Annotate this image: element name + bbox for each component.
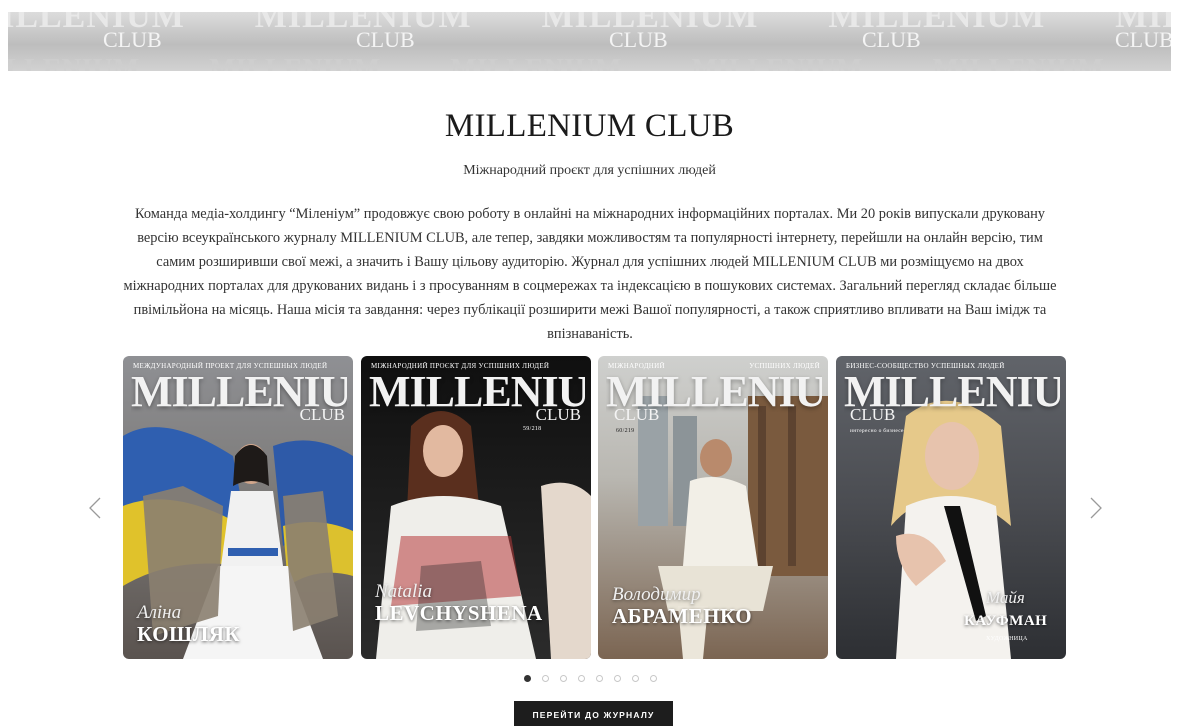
carousel-dot-8[interactable] — [650, 675, 657, 682]
cover-first-name: Natalia — [375, 581, 433, 602]
magazine-cover-3[interactable]: МІЖНАРОДНИЙ УСПІШНИХ ЛЮДЕЙ MILLENIUM CLU… — [598, 356, 828, 659]
cover-topline: МІЖНАРОДНИЙ ПРОЄКТ ДЛЯ УСПІШНИХ ЛЮДЕЙ — [371, 362, 550, 370]
cover-club: CLUB — [614, 405, 660, 424]
carousel-dot-2[interactable] — [542, 675, 549, 682]
magazine-cover-4[interactable]: БИЗНЕС-СООБЩЕСТВО УСПЕШНЫХ ЛЮДЕЙ MILLENI… — [836, 356, 1066, 659]
cover-first-name: Майя — [986, 588, 1025, 607]
cover-last-name: КОШЛЯК — [137, 622, 241, 646]
cover-tagline: интересно о бизнесе — [850, 428, 904, 434]
chevron-right-icon — [1090, 497, 1102, 519]
cover-club: CLUB — [535, 405, 581, 424]
cover-topline: БИЗНЕС-СООБЩЕСТВО УСПЕШНЫХ ЛЮДЕЙ — [846, 362, 1005, 370]
carousel-dot-4[interactable] — [578, 675, 585, 682]
page-title: MILLENIUM CLUB — [444, 108, 735, 144]
banner-club-row: CLUB CLUB CLUB CLUB CLUB — [103, 27, 1171, 52]
carousel-pagination — [524, 675, 657, 685]
cover-first-name: Аліна — [137, 602, 182, 623]
carousel-dot-3[interactable] — [560, 675, 567, 682]
carousel-dot-1[interactable] — [524, 675, 531, 682]
banner-watermark-row-bottom: MILLENIUMMILLENIUMMILLENIUMMILLENIUMMILL… — [8, 54, 1104, 71]
cover-club: CLUB — [299, 405, 345, 424]
carousel-dot-5[interactable] — [596, 675, 603, 682]
cover-last-name: АБРАМЕНКО — [612, 604, 753, 628]
page-description: Команда медіа-холдингу “Міленіум” продов… — [123, 206, 1057, 342]
cover-issue: 59/218 — [523, 426, 542, 432]
magazine-cover-2[interactable]: МІЖНАРОДНИЙ ПРОЄКТ ДЛЯ УСПІШНИХ ЛЮДЕЙ MI… — [361, 356, 591, 659]
cover-topline: МЕЖДУНАРОДНЫЙ ПРОЕКТ ДЛЯ УСПЕШНЫХ ЛЮДЕЙ — [133, 362, 328, 370]
cover-club: CLUB — [850, 405, 896, 424]
cover-last-name: КАУФМАН — [964, 613, 1048, 629]
cover-first-name: Володимир — [612, 584, 701, 605]
magazine-carousel: МЕЖДУНАРОДНЫЙ ПРОЕКТ ДЛЯ УСПЕШНЫХ ЛЮДЕЙ … — [0, 356, 1179, 661]
magazine-cover-1[interactable]: МЕЖДУНАРОДНЫЙ ПРОЕКТ ДЛЯ УСПЕШНЫХ ЛЮДЕЙ … — [123, 356, 353, 659]
carousel-next-button[interactable] — [1085, 496, 1105, 520]
chevron-left-icon — [89, 497, 101, 519]
page-subtitle: Міжнародний проєкт для успішних людей — [463, 163, 716, 178]
cover-last-name: LEVCHYSHENA — [375, 601, 543, 625]
carousel-dot-7[interactable] — [632, 675, 639, 682]
cover-topline-left: МІЖНАРОДНИЙ — [608, 362, 665, 370]
carousel-dot-6[interactable] — [614, 675, 621, 682]
go-to-magazine-button[interactable]: ПЕРЕЙТИ ДО ЖУРНАЛУ — [514, 701, 673, 726]
cover-topline-right: УСПІШНИХ ЛЮДЕЙ — [749, 362, 820, 370]
header-banner: MILLENIUMMILLENIUMMILLENIUMMILLENIUMMILL… — [8, 12, 1171, 71]
cover-role: ХУДОЖНИЦА — [986, 636, 1028, 642]
carousel-prev-button[interactable] — [86, 496, 106, 520]
cover-issue: 60/219 — [616, 428, 635, 434]
